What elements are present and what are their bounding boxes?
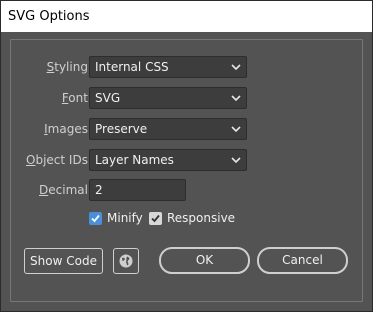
decimal-label: Decimal: <box>39 183 92 197</box>
styling-select[interactable]: Internal CSS <box>89 56 247 78</box>
chevron-down-icon <box>231 126 241 133</box>
object-ids-row: Object IDs: Layer Names <box>11 149 362 171</box>
styling-label: Styling: <box>46 60 92 74</box>
images-label: Images: <box>44 122 92 136</box>
styling-row: Styling: Internal CSS <box>11 56 362 78</box>
show-code-button[interactable]: Show Code <box>24 248 103 274</box>
images-value: Preserve <box>95 122 148 136</box>
object-ids-value: Layer Names <box>95 153 174 167</box>
options-panel: Styling: Internal CSS Font: SVG Images: … <box>10 39 363 302</box>
dialog-title: SVG Options <box>1 1 372 32</box>
decimal-row: Decimal: 2 <box>11 179 362 201</box>
images-select[interactable]: Preserve <box>89 118 247 140</box>
cancel-button[interactable]: Cancel <box>257 247 348 274</box>
chevron-down-icon <box>231 64 241 71</box>
responsive-checkbox-box[interactable] <box>149 211 162 225</box>
globe-icon <box>119 254 133 268</box>
responsive-label: Responsive <box>167 211 236 225</box>
object-ids-select[interactable]: Layer Names <box>89 149 247 171</box>
font-select[interactable]: SVG <box>89 87 247 109</box>
web-preview-button[interactable] <box>113 248 139 274</box>
font-row: Font: SVG <box>11 87 362 109</box>
checkmark-icon <box>151 214 160 222</box>
minify-checkbox[interactable]: Minify <box>89 209 143 227</box>
ok-button[interactable]: OK <box>159 247 250 274</box>
decimal-input[interactable]: 2 <box>89 179 186 201</box>
object-ids-label: Object IDs: <box>26 153 92 167</box>
minify-checkbox-box[interactable] <box>89 211 102 225</box>
images-row: Images: Preserve <box>11 118 362 140</box>
checkmark-icon <box>91 214 100 222</box>
styling-value: Internal CSS <box>95 60 169 74</box>
svg-options-dialog: SVG Options Styling: Internal CSS Font: … <box>0 0 373 312</box>
font-label: Font: <box>61 91 92 105</box>
options-row: Minify Responsive <box>11 209 362 231</box>
chevron-down-icon <box>231 95 241 102</box>
minify-label: Minify <box>107 211 143 225</box>
responsive-checkbox[interactable]: Responsive <box>149 209 235 227</box>
font-value: SVG <box>95 91 121 105</box>
chevron-down-icon <box>231 157 241 164</box>
